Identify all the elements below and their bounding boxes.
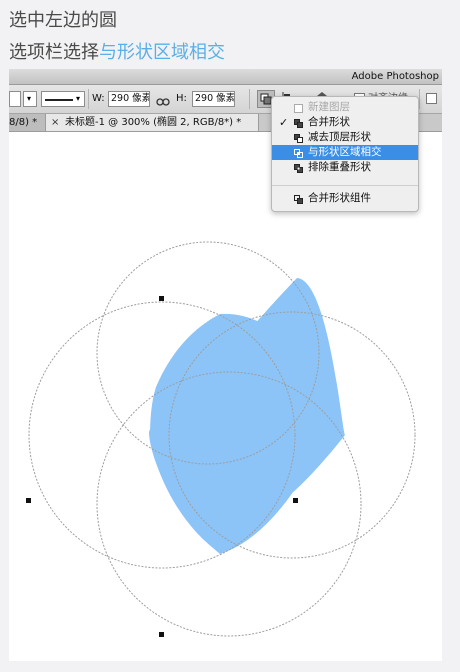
menu-item-subtract-front-shape[interactable]: 减去顶层形状 [272, 130, 418, 145]
tab-label: 未标题-1 @ 300% (椭圆 2, RGB/8*) * [65, 117, 242, 128]
menu-item-label: 与形状区域相交 [308, 146, 382, 158]
check-icon: ✓ [279, 116, 289, 129]
stroke-type-dropdown[interactable]: ▾ [41, 91, 85, 107]
tab-close-icon[interactable]: × [51, 114, 59, 131]
chevron-down-icon: ▾ [27, 94, 32, 103]
menu-divider [272, 185, 418, 186]
fill-dropdown[interactable]: ▾ [23, 91, 37, 107]
title-bar: Adobe Photoshop [9, 69, 442, 85]
divider [249, 89, 250, 109]
exclude-overlapping-shapes-icon [294, 163, 303, 173]
merge-shape-components-icon [294, 194, 303, 204]
app-title: Adobe Photoshop [351, 71, 439, 82]
menu-item-label: 合并形状 [308, 116, 350, 128]
fill-swatch[interactable] [9, 91, 21, 107]
tab-label: 8/8) * [9, 117, 38, 128]
instruction-line-2: 选项栏选择与形状区域相交 [9, 38, 225, 64]
extra-checkbox[interactable] [426, 93, 437, 104]
height-label: H: [176, 93, 187, 104]
height-value: 290 像素 [195, 93, 235, 104]
stroke-line-icon [45, 99, 73, 101]
anchor-point-left[interactable] [26, 498, 31, 503]
tab-previous-document[interactable]: 8/8) * [9, 114, 46, 131]
anchor-point-bottom[interactable] [159, 632, 164, 637]
instruction-prefix: 选项栏选择 [9, 42, 99, 63]
menu-item-exclude-overlapping-shapes[interactable]: 排除重叠形状 [272, 160, 418, 175]
instruction-highlight: 与形状区域相交 [99, 42, 225, 63]
new-layer-icon [294, 103, 303, 113]
menu-item-label: 合并形状组件 [308, 192, 371, 204]
anchor-point-right[interactable] [293, 498, 298, 503]
anchor-point-top[interactable] [159, 296, 164, 301]
width-input[interactable]: 290 像素 [108, 91, 150, 107]
height-input[interactable]: 290 像素 [192, 91, 235, 107]
menu-item-label: 减去顶层形状 [308, 131, 371, 143]
path-operations-menu: 新建图层 ✓ 合并形状 减去顶层形状 与形状区域相交 排除重叠形状 合并形状组件 [271, 96, 419, 212]
menu-item-label: 新建图层 [308, 101, 350, 113]
menu-item-merge-shape-components[interactable]: 合并形状组件 [272, 191, 418, 206]
width-label: W: [92, 93, 105, 104]
chevron-down-icon: ▾ [76, 94, 81, 103]
width-value: 290 像素 [111, 93, 150, 104]
photoshop-window: Adobe Photoshop ▾ ▾ W: 290 像素 H: 290 像素 [9, 69, 442, 661]
menu-item-new-layer[interactable]: 新建图层 [272, 100, 418, 115]
combine-shapes-icon [294, 118, 303, 128]
subtract-front-shape-icon [294, 133, 303, 143]
menu-item-label: 排除重叠形状 [308, 161, 371, 173]
intersect-shape-areas-icon [294, 148, 303, 158]
menu-item-intersect-shape-areas[interactable]: 与形状区域相交 [272, 145, 418, 160]
tab-active-document[interactable]: × 未标题-1 @ 300% (椭圆 2, RGB/8*) * [46, 114, 259, 131]
instruction-line-1: 选中左边的圆 [9, 10, 117, 31]
link-icon[interactable] [156, 93, 170, 106]
menu-item-combine-shapes[interactable]: ✓ 合并形状 [272, 115, 418, 130]
divider [419, 89, 420, 109]
divider [88, 89, 89, 109]
